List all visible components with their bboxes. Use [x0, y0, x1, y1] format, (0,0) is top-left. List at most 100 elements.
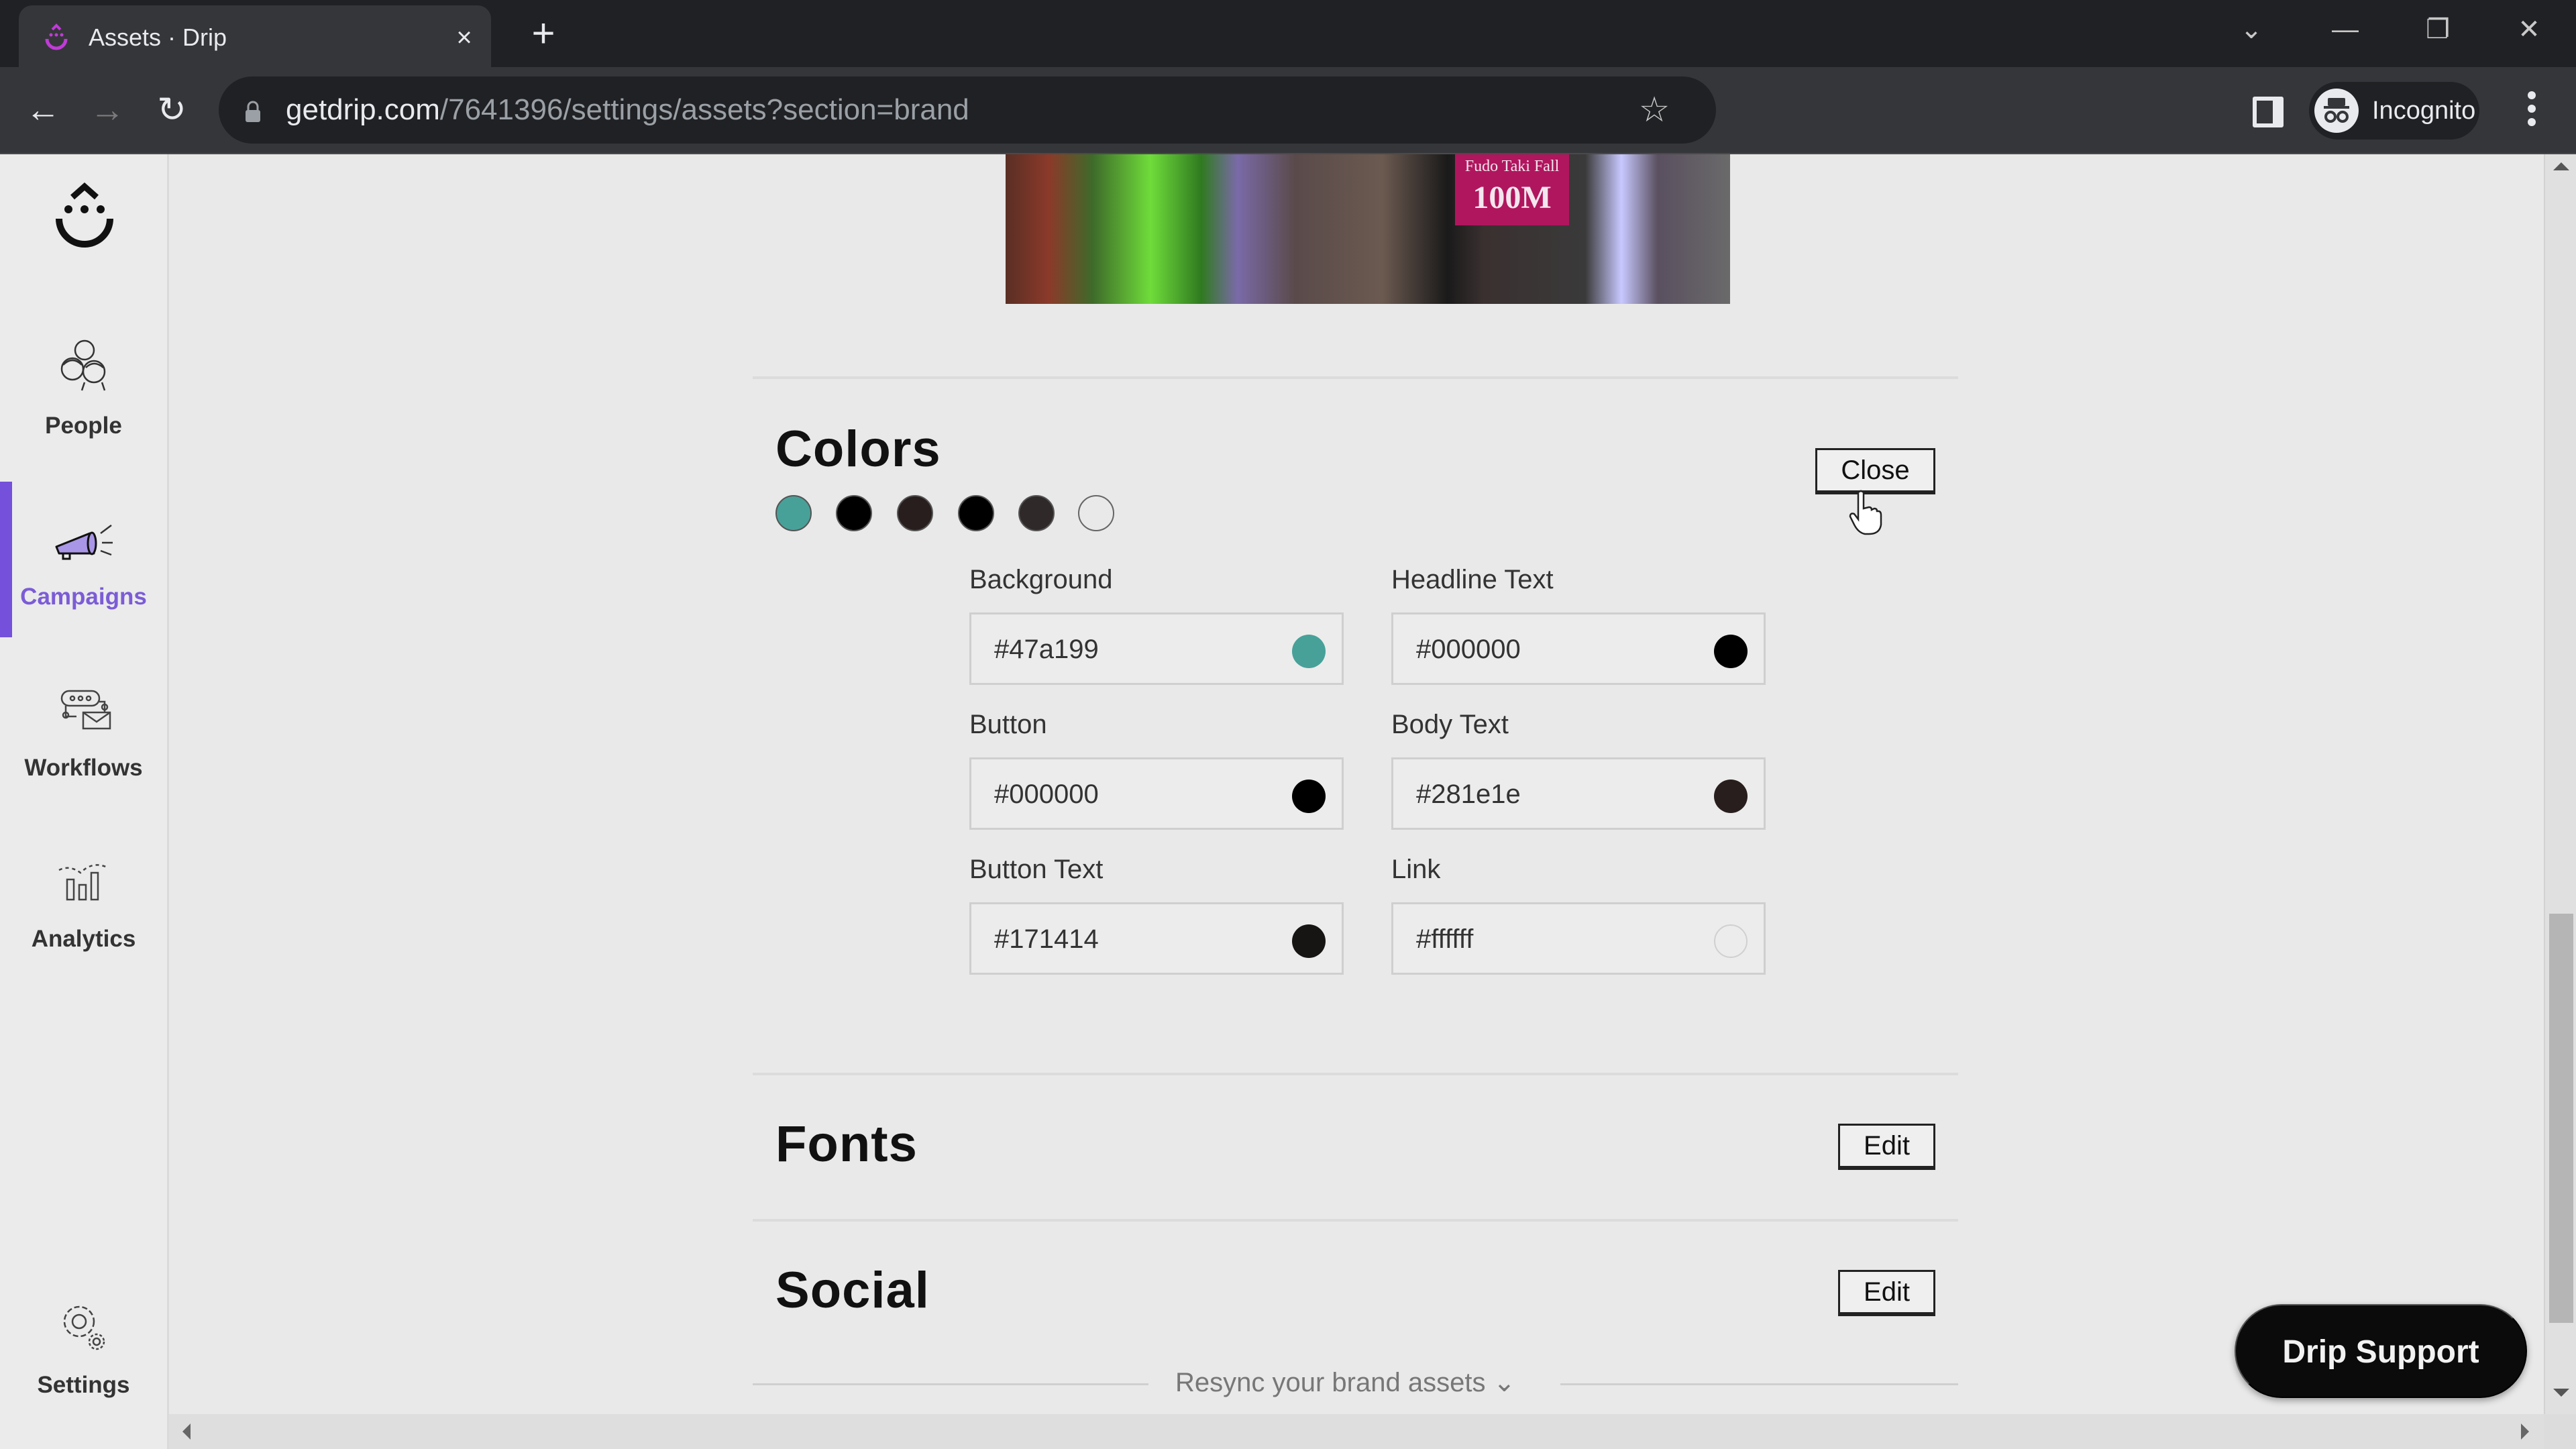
color-preview-dot[interactable]	[1714, 780, 1748, 813]
color-value: #281e1e	[1416, 780, 1521, 809]
sidebar-item-analytics[interactable]: Analytics	[0, 849, 167, 1003]
browser-tab[interactable]: Assets · Drip ×	[19, 5, 491, 67]
sidebar-item-settings[interactable]: Settings	[0, 1295, 167, 1449]
link-color-input[interactable]: #ffffff	[1391, 902, 1766, 975]
close-colors-button[interactable]: Close	[1815, 448, 1935, 494]
color-preview-dot[interactable]	[1292, 780, 1326, 813]
incognito-label: Incognito	[2372, 97, 2476, 125]
section-divider	[753, 1073, 1958, 1075]
color-value: #47a199	[994, 635, 1099, 664]
brand-assets-page: Fudo Taki Fall 100M Colors Close Backgro…	[169, 154, 2544, 1414]
browser-menu-icon[interactable]	[2518, 87, 2545, 136]
window-close-button[interactable]: ✕	[2502, 11, 2556, 48]
tab-search-icon[interactable]: ⌄	[2224, 11, 2278, 48]
social-title: Social	[775, 1262, 930, 1319]
incognito-profile-button[interactable]: Incognito	[2309, 82, 2479, 140]
address-bar[interactable]: getdrip.com/7641396/settings/assets?sect…	[219, 76, 1716, 144]
color-preview-dot[interactable]	[1292, 635, 1326, 668]
waterfall-sign: Fudo Taki Fall 100M	[1455, 154, 1569, 225]
sidebar-item-label: Settings	[37, 1372, 130, 1398]
chevron-down-icon: ⌄	[1493, 1368, 1516, 1397]
button-text-label: Button Text	[969, 855, 1104, 884]
sidebar-item-label: People	[45, 413, 122, 439]
scroll-left-arrow-icon[interactable]	[182, 1424, 191, 1440]
sidebar-item-people[interactable]: People	[0, 335, 167, 490]
button-text-color-input[interactable]: #171414	[969, 902, 1344, 975]
restore-button[interactable]: ❐	[2411, 11, 2465, 48]
sign-line-1: Fudo Taki Fall	[1464, 158, 1560, 175]
brand-image-preview: Fudo Taki Fall 100M	[1006, 154, 1730, 304]
horizontal-scrollbar[interactable]	[169, 1414, 2544, 1449]
color-swatch[interactable]	[775, 495, 812, 531]
scroll-down-arrow-icon[interactable]	[2553, 1389, 2569, 1397]
scrollbar-corner	[2544, 1414, 2576, 1449]
colors-title: Colors	[775, 421, 941, 478]
resync-brand-assets-link[interactable]: Resync your brand assets ⌄	[1175, 1367, 1515, 1398]
workflow-icon	[60, 690, 111, 730]
color-swatch[interactable]	[897, 495, 933, 531]
tab-close-icon[interactable]: ×	[448, 21, 480, 54]
bookmark-star-icon[interactable]: ☆	[1635, 91, 1673, 129]
edit-social-button[interactable]: Edit	[1838, 1270, 1935, 1316]
color-swatch[interactable]	[836, 495, 872, 531]
incognito-icon	[2314, 89, 2359, 133]
hand-cursor-icon	[1849, 490, 1882, 535]
sidebar-item-label: Analytics	[31, 926, 136, 952]
browser-tab-strip: Assets · Drip × + ⌄ — ❐ ✕	[0, 0, 2576, 67]
reload-button[interactable]: ↻	[148, 86, 196, 134]
new-tab-button[interactable]: +	[523, 13, 564, 54]
scroll-right-arrow-icon[interactable]	[2521, 1424, 2529, 1440]
side-panel-icon[interactable]	[2253, 97, 2284, 127]
browser-toolbar: ← → ↻ getdrip.com/7641396/settings/asset…	[0, 67, 2576, 154]
body-text-color-input[interactable]: #281e1e	[1391, 757, 1766, 830]
color-swatch[interactable]	[1018, 495, 1055, 531]
back-button[interactable]: ←	[19, 86, 67, 134]
drip-favicon-icon	[45, 23, 68, 50]
color-preview-dot[interactable]	[1292, 924, 1326, 958]
sign-line-2: 100M	[1472, 180, 1552, 215]
headline-text-label: Headline Text	[1391, 565, 1554, 594]
fonts-title: Fonts	[775, 1116, 918, 1173]
color-value: #000000	[1416, 635, 1521, 664]
color-swatch[interactable]	[1078, 495, 1114, 531]
color-swatch[interactable]	[958, 495, 994, 531]
url-text[interactable]: getdrip.com/7641396/settings/assets?sect…	[286, 93, 969, 127]
body-text-label: Body Text	[1391, 710, 1509, 739]
resync-divider-left	[753, 1383, 1148, 1385]
sidebar-item-label: Campaigns	[20, 584, 147, 610]
vertical-scrollbar[interactable]	[2544, 154, 2576, 1414]
sidebar-item-campaigns[interactable]: Campaigns	[0, 506, 167, 661]
background-label: Background	[969, 565, 1113, 594]
url-host: getdrip.com	[286, 93, 440, 126]
tab-title: Assets · Drip	[89, 23, 227, 51]
button-label: Button	[969, 710, 1047, 739]
resync-row: Resync your brand assets ⌄	[169, 1367, 2544, 1401]
sidebar-item-workflows[interactable]: Workflows	[0, 678, 167, 832]
headline-text-color-input[interactable]: #000000	[1391, 612, 1766, 685]
forward-button[interactable]: →	[83, 86, 131, 134]
scrollbar-thumb[interactable]	[2549, 914, 2573, 1323]
url-path: /7641396/settings/assets?section=brand	[439, 93, 969, 126]
section-divider	[753, 1219, 1958, 1222]
button-color-input[interactable]: #000000	[969, 757, 1344, 830]
megaphone-icon	[55, 525, 113, 560]
edit-fonts-button[interactable]: Edit	[1838, 1124, 1935, 1170]
people-icon	[60, 339, 106, 391]
scroll-up-arrow-icon[interactable]	[2553, 162, 2569, 170]
drip-support-button[interactable]: Drip Support	[2235, 1304, 2527, 1398]
lock-icon	[246, 101, 260, 122]
resync-label: Resync your brand assets	[1175, 1368, 1486, 1397]
color-value: #000000	[994, 780, 1099, 809]
minimize-button[interactable]: —	[2318, 11, 2372, 48]
color-value: #171414	[994, 924, 1099, 954]
analytics-icon	[58, 864, 108, 901]
background-color-input[interactable]: #47a199	[969, 612, 1344, 685]
sidebar-item-label: Workflows	[24, 755, 143, 781]
color-value: #ffffff	[1416, 924, 1474, 954]
color-preview-dot[interactable]	[1714, 924, 1748, 958]
section-divider	[753, 376, 1958, 379]
color-preview-dot[interactable]	[1714, 635, 1748, 668]
drip-logo-icon[interactable]	[51, 181, 118, 255]
app-sidebar: People Campaigns Workflows Analytics Set…	[0, 154, 169, 1449]
link-label: Link	[1391, 855, 1441, 884]
